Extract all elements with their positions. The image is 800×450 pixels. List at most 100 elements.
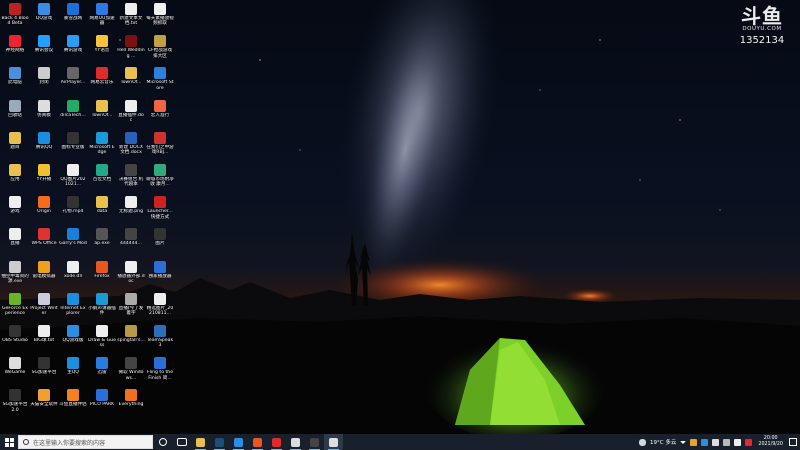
desktop-icon[interactable]: Launcher... 快捷方式 — [146, 195, 174, 220]
taskbar-app-app-blue[interactable] — [229, 434, 248, 450]
desktop-icon[interactable]: 题目 — [1, 131, 29, 150]
desktop-icon[interactable]: Garry's Mod — [59, 227, 87, 246]
desktop-icon[interactable]: Project Winter — [30, 292, 58, 317]
desktop-icon[interactable]: 抽空中毒资的源.exe — [1, 260, 29, 285]
desktop-icon[interactable]: 网易UU加速器 — [88, 2, 116, 27]
desktop-icon[interactable]: QQ游戏 — [30, 2, 58, 21]
desktop-icon[interactable]: 播放器外部.doc — [117, 260, 145, 285]
desktop-icon[interactable]: 此电脑 — [1, 66, 29, 85]
desktop-icon[interactable]: TeamSpeak 3 — [146, 324, 174, 349]
desktop-icon[interactable]: 仿真模 — [30, 99, 58, 118]
desktop-icon[interactable]: Microsoft Store — [146, 66, 174, 91]
desktop-icon[interactable]: Microsoft Edge — [88, 131, 116, 156]
desktop-icon[interactable]: spingfall's... — [117, 324, 145, 343]
desktop-icon[interactable]: GeForce Experience — [1, 292, 29, 317]
desktop-icon[interactable]: 直播插件.doc — [117, 99, 145, 124]
desktop-icon[interactable]: 百位文档 — [88, 163, 116, 182]
desktop-icon[interactable]: Draw & Guess — [88, 324, 116, 349]
desktop-icon[interactable]: 应用 — [1, 163, 29, 182]
desktop-icon[interactable]: 腾讯QQ — [30, 131, 58, 150]
app-icon — [9, 292, 21, 305]
taskbar-app-app-dark[interactable] — [305, 434, 324, 450]
taskbar-app-task-view[interactable] — [172, 434, 191, 450]
desktop-icon[interactable]: 迅雷 — [88, 356, 116, 375]
desktop-icon[interactable]: WeGame — [1, 356, 29, 375]
desktop-icon[interactable]: 精选图片_20210811... — [146, 292, 174, 317]
desktop-icon[interactable]: BIG球.txt — [30, 324, 58, 343]
taskbar-search-input[interactable]: 在这里输入你要搜索的内容 — [18, 435, 153, 449]
desktop-icon[interactable]: 无标题.png — [117, 195, 145, 214]
volume-icon[interactable] — [723, 438, 731, 446]
desktop-icon[interactable]: OBS Studio — [1, 324, 29, 343]
taskbar-app-cortana[interactable] — [153, 434, 172, 450]
tray-app-icon[interactable] — [701, 438, 709, 446]
desktop-icon[interactable]: 主QQ — [59, 356, 87, 375]
taskbar-app-obs[interactable] — [324, 434, 343, 450]
chevron-up-icon[interactable] — [680, 440, 687, 444]
desktop-icon[interactable]: 天猫安全软件 — [30, 388, 58, 407]
desktop-icon[interactable]: Back 4 Blood Beta — [1, 2, 29, 27]
start-button[interactable] — [0, 434, 18, 450]
desktop-icon[interactable]: YY开播 — [30, 163, 58, 182]
network-icon[interactable] — [712, 438, 720, 446]
desktop-icon[interactable]: 444444... — [117, 227, 145, 246]
desktop-icon[interactable]: SG加速平台2.0 — [1, 388, 29, 413]
desktop-icon[interactable]: Origin — [30, 195, 58, 214]
desktop-icon[interactable]: 每天素播放视频抓取 — [146, 2, 174, 27]
desktop-icon[interactable]: 新建 DOCX 文档.docx — [117, 131, 145, 156]
desktop-icon[interactable]: QQ游戏版 — [59, 324, 87, 343]
desktop-icon[interactable]: QQ图片2021021... — [59, 163, 87, 188]
clock[interactable]: 20:00 2021/9/20 — [758, 436, 783, 448]
desktop-icon[interactable]: WPS Office — [30, 227, 58, 246]
taskbar-app-firefox[interactable] — [248, 434, 267, 450]
desktop-icon[interactable]: 封闭 — [30, 66, 58, 85]
desktop-icon[interactable]: 暴雪战网 — [59, 2, 87, 21]
desktop-icon[interactable]: 图标专业版 — [59, 131, 87, 150]
desktop-icon[interactable]: AirPlayer... — [59, 66, 87, 85]
desktop-icon[interactable]: data — [88, 195, 116, 214]
desktop-icon[interactable]: 微软 Windows... — [117, 356, 145, 381]
desktop-icon[interactable]: 在我们之中游戏RBJ... — [146, 131, 174, 156]
desktop-icon[interactable]: TownOf... — [88, 99, 116, 118]
desktop-icon[interactable]: 雷电模拟器 — [30, 260, 58, 279]
input-method-icon[interactable] — [734, 438, 742, 446]
desktop-icon[interactable]: YY语音 — [88, 34, 116, 53]
weather-text[interactable]: 19°C 多云 — [650, 438, 676, 446]
desktop-icon[interactable]: PICO PARK — [88, 388, 116, 407]
taskbar-app-file-explorer[interactable] — [191, 434, 210, 450]
desktop-icon[interactable]: Firefox — [88, 260, 116, 279]
desktop-icon[interactable]: ap.exe — [88, 227, 116, 246]
desktop-icon[interactable]: 聊城市场附净收 康月... — [146, 163, 174, 188]
taskbar-app-steam[interactable] — [210, 434, 229, 450]
desktop-icon[interactable]: 礼物.mp4 — [59, 195, 87, 214]
desktop-icon[interactable]: dilcaTech... — [59, 99, 87, 118]
taskbar-app-netease-music[interactable] — [267, 434, 286, 450]
desktop-icon[interactable]: Everything — [117, 388, 145, 407]
desktop-icon[interactable]: Hell Wedding ... — [117, 34, 145, 59]
desktop-icon[interactable]: 宏入准行 — [146, 99, 174, 118]
desktop-icon[interactable]: 直播 — [1, 227, 29, 246]
tray-app-icon[interactable] — [745, 438, 753, 446]
desktop-icon[interactable]: 腾讯会议 — [30, 34, 58, 53]
desktop-icon[interactable]: 网易云音乐 — [88, 66, 116, 85]
desktop-icon[interactable]: 小鹅声请器插件 — [88, 292, 116, 317]
desktop-icon[interactable]: 游戏 — [1, 195, 29, 214]
desktop-icon[interactable]: Fling to the Finish 简... — [146, 356, 174, 381]
desktop-icon[interactable]: 新建文本文档.txt — [117, 2, 145, 27]
desktop-icon[interactable]: 腾讯游戏 — [59, 34, 87, 53]
desktop-icon[interactable]: 独家播放器 — [146, 260, 174, 279]
desktop-icon[interactable]: 直播(今了发着字 — [117, 292, 145, 317]
desktop-icon[interactable]: 斗鱼直播伴侣 — [59, 388, 87, 407]
desktop-icon[interactable]: CF枪战游戏排大区 — [146, 34, 174, 59]
desktop-icon[interactable]: 图片 — [146, 227, 174, 246]
desktop-icon[interactable]: xode.dll — [59, 260, 87, 279]
desktop-icon[interactable]: Internet Explorer — [59, 292, 87, 317]
taskbar-app-app-arrow[interactable] — [286, 434, 305, 450]
desktop-icon[interactable]: SG加速平台 — [30, 356, 58, 375]
notification-icon[interactable] — [789, 438, 797, 446]
desktop-icon[interactable]: TownOf... — [117, 66, 145, 85]
tray-app-icon[interactable] — [690, 438, 698, 446]
desktop-icon[interactable]: 神经网络 — [1, 34, 29, 53]
desktop-icon[interactable]: 决赛组合 机代剧本 — [117, 163, 145, 188]
desktop-icon[interactable]: 回收站 — [1, 99, 29, 118]
